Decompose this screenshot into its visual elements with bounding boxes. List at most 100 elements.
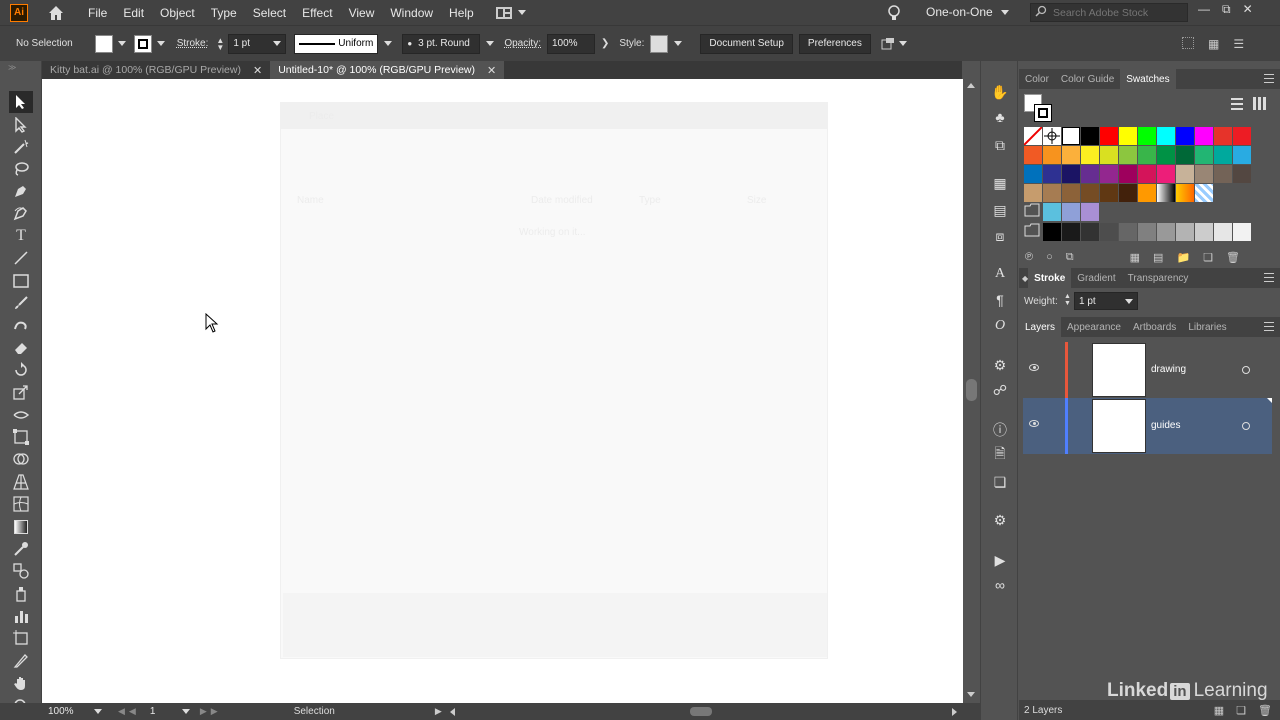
swatches-panel-menu-icon[interactable]: [1264, 74, 1274, 83]
swatch[interactable]: [1100, 127, 1118, 145]
swatch[interactable]: [1024, 165, 1042, 183]
free-transform-tool-icon[interactable]: [11, 427, 31, 447]
gradient-swatch[interactable]: [1176, 184, 1194, 202]
thumbnail-view-icon[interactable]: [1253, 97, 1266, 110]
tab-libraries[interactable]: Libraries: [1182, 317, 1232, 337]
type-tool-icon[interactable]: T: [11, 226, 31, 246]
artboard-next-icons[interactable]: ▶▶: [200, 706, 222, 717]
swatch[interactable]: [1043, 184, 1061, 202]
scroll-up-icon[interactable]: [967, 83, 975, 88]
registration-swatch[interactable]: [1043, 127, 1061, 145]
hand-tool-icon[interactable]: [11, 673, 31, 693]
gradient-tool-icon[interactable]: [11, 517, 31, 537]
arrange-icon[interactable]: [881, 37, 907, 51]
opacity-arrow-icon[interactable]: ❯: [601, 38, 609, 49]
menu-edit[interactable]: Edit: [115, 6, 152, 20]
color-group-folder-icon[interactable]: [1024, 203, 1042, 221]
workspace-switcher[interactable]: One-on-One: [926, 5, 1009, 19]
toolbar-grip[interactable]: ≫: [8, 63, 16, 72]
swatch[interactable]: [1119, 127, 1137, 145]
weight-field[interactable]: 1 pt: [1074, 292, 1138, 310]
paintbrush-tool-icon[interactable]: [11, 293, 31, 313]
swatch[interactable]: [1233, 165, 1251, 183]
list-view-icon[interactable]: [1231, 98, 1243, 110]
swatch[interactable]: [1214, 127, 1232, 145]
tab-color[interactable]: Color: [1019, 69, 1055, 89]
swatch[interactable]: [1195, 127, 1213, 145]
stroke-panel-menu-icon[interactable]: [1264, 273, 1274, 282]
swatch-kinds-icon[interactable]: ○: [1046, 251, 1053, 264]
swatch[interactable]: [1119, 146, 1137, 164]
symbols-icon[interactable]: ♣: [991, 108, 1009, 126]
stroke-swatch[interactable]: [133, 34, 152, 53]
menu-window[interactable]: Window: [382, 6, 441, 20]
swatch[interactable]: [1138, 127, 1156, 145]
swatch[interactable]: [1233, 146, 1251, 164]
transform-icon[interactable]: ▦: [991, 174, 1009, 192]
swatch[interactable]: [1062, 203, 1080, 221]
swatch[interactable]: [1214, 223, 1232, 241]
column-name[interactable]: Name: [297, 195, 324, 206]
delete-layer-icon[interactable]: 🗑: [1258, 704, 1272, 717]
visibility-eye-icon[interactable]: [1029, 420, 1039, 427]
stroke-stepper-icon[interactable]: ▲ ▼: [216, 36, 224, 51]
pen-tool-icon[interactable]: [11, 181, 31, 201]
magic-wand-tool-icon[interactable]: [11, 137, 31, 157]
symbol-sprayer-tool-icon[interactable]: [11, 584, 31, 604]
tab-artboards[interactable]: Artboards: [1127, 317, 1182, 337]
character-icon[interactable]: A: [991, 265, 1009, 283]
menu-effect[interactable]: Effect: [294, 6, 340, 20]
stock-search[interactable]: [1030, 3, 1188, 22]
swatch[interactable]: [1138, 146, 1156, 164]
perspective-grid-tool-icon[interactable]: [11, 472, 31, 492]
swatch[interactable]: [1024, 184, 1042, 202]
opacity-label[interactable]: Opacity:: [504, 38, 541, 49]
eyedropper-tool-icon[interactable]: [11, 539, 31, 559]
gradient-swatch[interactable]: [1195, 184, 1213, 202]
swatch[interactable]: [1138, 184, 1156, 202]
swatch[interactable]: [1233, 127, 1251, 145]
swatch[interactable]: [1195, 223, 1213, 241]
swatch[interactable]: [1100, 184, 1118, 202]
opacity-field[interactable]: 100%: [547, 33, 595, 54]
h-scroll-thumb[interactable]: [690, 707, 712, 716]
document-setup-button[interactable]: Document Setup: [700, 33, 793, 54]
swatch[interactable]: [1157, 127, 1175, 145]
swatch[interactable]: [1043, 165, 1061, 183]
links-icon[interactable]: ☍: [991, 381, 1009, 399]
settings-gear-icon[interactable]: ⚙: [991, 511, 1009, 529]
info-icon[interactable]: ⓘ: [991, 421, 1009, 439]
minimize-icon[interactable]: —: [1198, 2, 1210, 17]
swatch[interactable]: [1119, 223, 1137, 241]
align-icon[interactable]: ▤: [991, 201, 1009, 219]
swatch[interactable]: [1081, 146, 1099, 164]
slice-tool-icon[interactable]: [11, 651, 31, 671]
zoom-field[interactable]: 100%: [44, 704, 106, 719]
direct-selection-tool-icon[interactable]: [11, 115, 31, 135]
preferences-button[interactable]: Preferences: [798, 33, 871, 54]
new-group-folder-icon[interactable]: 📁: [1176, 251, 1190, 264]
home-icon[interactable]: [46, 3, 66, 23]
rectangle-tool-icon[interactable]: [11, 271, 31, 291]
actions-play-icon[interactable]: ▶: [991, 551, 1009, 569]
column-size[interactable]: Size: [747, 195, 766, 206]
visibility-eye-icon[interactable]: [1029, 364, 1039, 371]
width-tool-icon[interactable]: [11, 405, 31, 425]
gradient-swatch[interactable]: [1157, 184, 1175, 202]
tab-kitty-bat[interactable]: Kitty bat.ai @ 100% (RGB/GPU Preview) ✕: [42, 61, 270, 79]
swatch[interactable]: [1062, 184, 1080, 202]
menu-view[interactable]: View: [341, 6, 383, 20]
document-info-icon[interactable]: 🗎: [991, 445, 1009, 464]
none-swatch[interactable]: [1023, 126, 1043, 146]
fill-swatch[interactable]: [94, 34, 113, 53]
swatch[interactable]: [1195, 165, 1213, 183]
swatch[interactable]: [1214, 146, 1232, 164]
menu-file[interactable]: File: [80, 6, 115, 20]
weight-stepper-icon[interactable]: ▲ ▼: [1064, 293, 1071, 307]
mesh-tool-icon[interactable]: [11, 494, 31, 514]
selection-tool-icon[interactable]: [9, 91, 33, 113]
swatch-library-icon[interactable]: ℗: [1025, 251, 1033, 264]
swatch[interactable]: [1100, 165, 1118, 183]
artboard-tool-icon[interactable]: [11, 628, 31, 648]
status-menu-arrow-icon[interactable]: ▶: [435, 706, 442, 717]
